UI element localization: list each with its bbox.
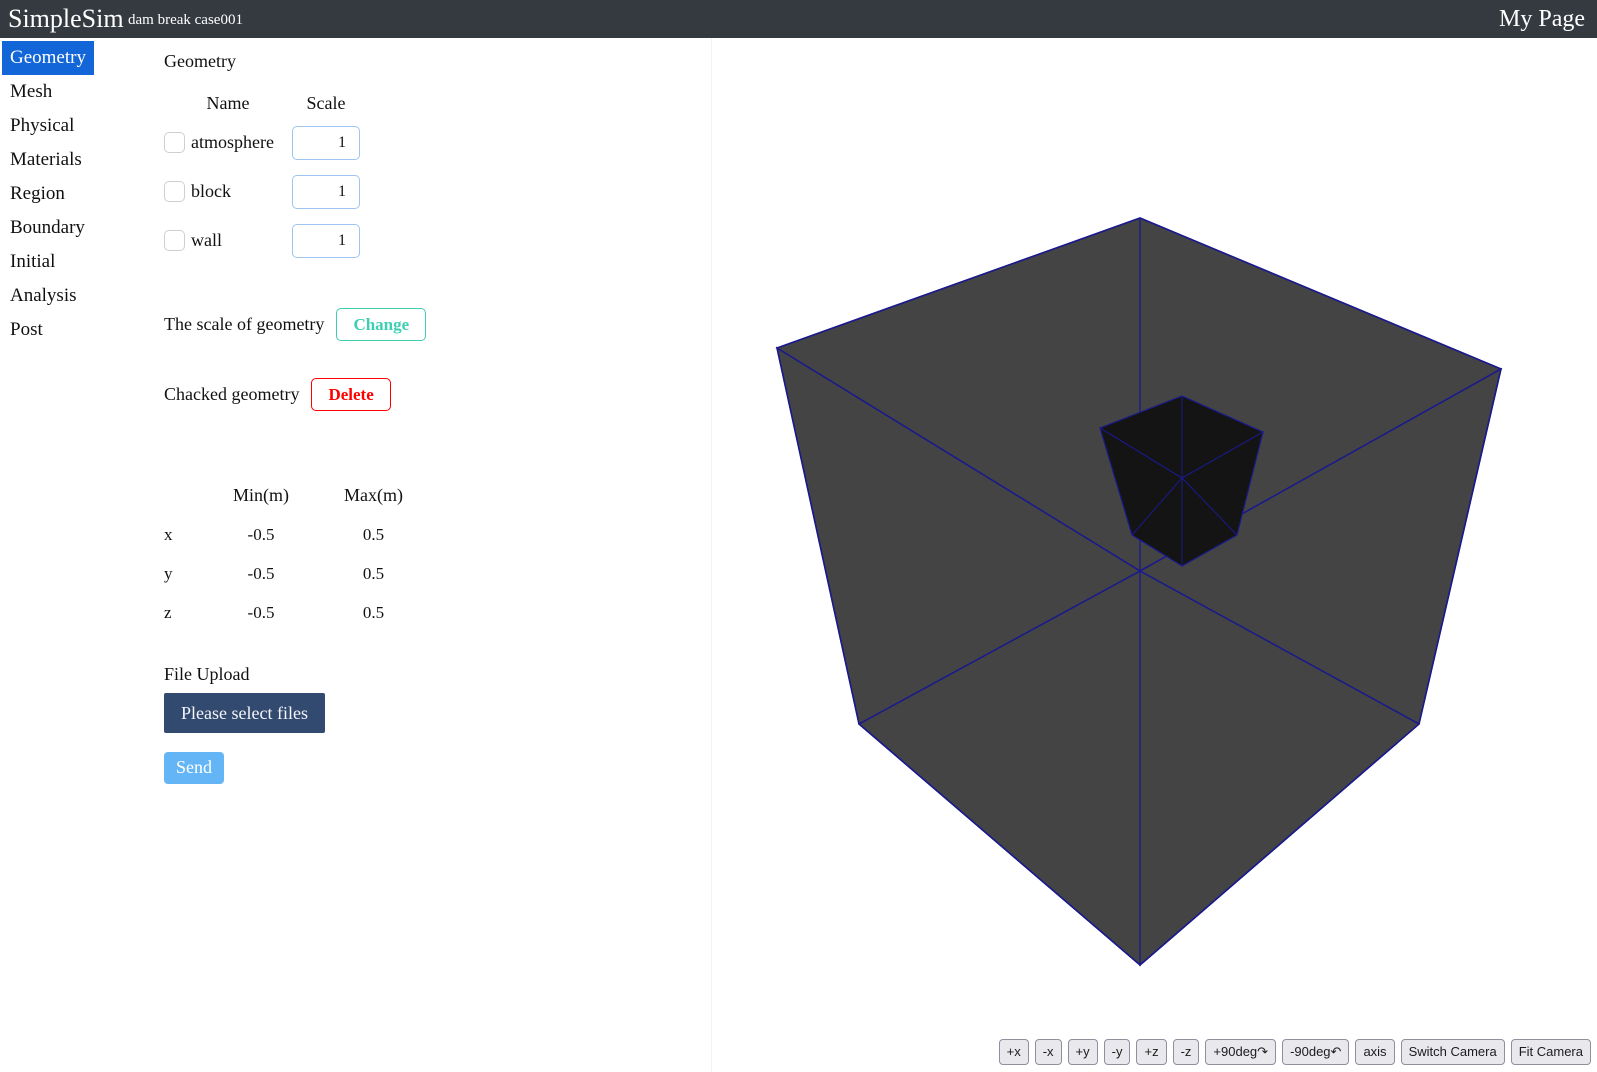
- delete-geometry-action: Chacked geometry Delete: [164, 378, 391, 411]
- scale-input-block[interactable]: [292, 174, 360, 209]
- geometry-label-block: block: [191, 181, 231, 201]
- bounds-min-y: -0.5: [247, 563, 275, 583]
- camera-toolbar: +x -x +y -y +z -z +90deg↷ -90deg↶ axis S…: [998, 1039, 1591, 1065]
- bounds-max-x: 0.5: [362, 524, 385, 544]
- change-button[interactable]: Change: [336, 308, 427, 341]
- bounds-axis-x: x: [164, 524, 173, 544]
- axis-button[interactable]: axis: [1355, 1039, 1395, 1065]
- checkbox-wall[interactable]: [164, 230, 185, 251]
- app-root: SimpleSim dam break case001 My Page Geom…: [0, 0, 1597, 1072]
- scale-input-atmosphere[interactable]: [292, 125, 360, 160]
- table-row: x -0.5 0.5: [164, 515, 431, 554]
- bounds-header-max: Max(m): [344, 484, 403, 505]
- sidebar-item-physical[interactable]: Physical: [2, 109, 82, 143]
- file-upload-section: File Upload Please select files Send: [164, 664, 325, 784]
- fit-camera-button[interactable]: Fit Camera: [1510, 1039, 1591, 1065]
- minus-y-button[interactable]: -y: [1103, 1039, 1131, 1065]
- sidebar-item-initial[interactable]: Initial: [2, 245, 63, 279]
- scale-input-wall[interactable]: [292, 223, 360, 258]
- column-header-name: Name: [206, 92, 250, 113]
- bounds-table-header: Min(m) Max(m): [164, 475, 431, 515]
- plus-x-button[interactable]: +x: [998, 1039, 1029, 1065]
- geometry-table-header: Name Scale: [164, 88, 360, 118]
- sidebar-item-materials[interactable]: Materials: [2, 143, 90, 177]
- plus-y-button[interactable]: +y: [1067, 1039, 1098, 1065]
- geometry-name-cell: wall: [164, 230, 292, 251]
- bounds-axis-z: z: [164, 602, 172, 622]
- switch-camera-button[interactable]: Switch Camera: [1400, 1039, 1505, 1065]
- bounds-header-min: Min(m): [233, 484, 289, 505]
- geometry-name-cell: block: [164, 181, 292, 202]
- bounds-max-z: 0.5: [362, 602, 385, 622]
- geometry-table: Name Scale atmosphere block: [164, 88, 360, 265]
- table-row: wall: [164, 216, 360, 265]
- scale-action-label: The scale of geometry: [164, 314, 325, 334]
- bounds-max-y: 0.5: [362, 563, 385, 583]
- checkbox-block[interactable]: [164, 181, 185, 202]
- rotate-plus-90-button[interactable]: +90deg↷: [1205, 1039, 1277, 1065]
- bounds-table: Min(m) Max(m) x -0.5 0.5 y -0.5 0.5 z -0…: [164, 475, 431, 632]
- send-button[interactable]: Send: [164, 752, 224, 784]
- table-row: block: [164, 167, 360, 216]
- minus-x-button[interactable]: -x: [1034, 1039, 1062, 1065]
- scene-canvas[interactable]: [712, 38, 1597, 1072]
- send-row: Send: [164, 733, 325, 784]
- rotate-minus-90-button[interactable]: -90deg↶: [1282, 1039, 1350, 1065]
- case-title: dam break case001: [128, 12, 243, 28]
- my-page-link[interactable]: My Page: [1499, 2, 1585, 36]
- delete-button[interactable]: Delete: [311, 378, 391, 411]
- app-brand[interactable]: SimpleSim: [8, 2, 124, 36]
- table-row: z -0.5 0.5: [164, 593, 431, 632]
- sidebar-item-boundary[interactable]: Boundary: [2, 211, 93, 245]
- file-upload-label: File Upload: [164, 664, 250, 684]
- sidebar-item-geometry[interactable]: Geometry: [2, 41, 94, 75]
- plus-z-button[interactable]: +z: [1136, 1039, 1167, 1065]
- minus-z-button[interactable]: -z: [1172, 1039, 1200, 1065]
- scale-geometry-action: The scale of geometry Change: [164, 308, 427, 341]
- sidebar-item-post[interactable]: Post: [2, 313, 51, 347]
- table-row: y -0.5 0.5: [164, 554, 431, 593]
- checkbox-atmosphere[interactable]: [164, 132, 185, 153]
- panel-title: Geometry: [164, 51, 236, 71]
- table-row: atmosphere: [164, 118, 360, 167]
- bounds-axis-y: y: [164, 563, 173, 583]
- column-header-scale: Scale: [306, 92, 346, 113]
- geometry-label-wall: wall: [191, 230, 222, 250]
- 3d-viewport[interactable]: +x -x +y -y +z -z +90deg↷ -90deg↶ axis S…: [711, 38, 1597, 1072]
- geometry-panel: Geometry Name Scale atmosphere block: [150, 38, 711, 1072]
- delete-action-label: Chacked geometry: [164, 384, 300, 404]
- sidebar-item-region[interactable]: Region: [2, 177, 73, 211]
- atmosphere-box: [775, 217, 1503, 967]
- select-files-button[interactable]: Please select files: [164, 693, 325, 733]
- geometry-label-atmosphere: atmosphere: [191, 132, 274, 152]
- bounds-min-z: -0.5: [247, 602, 275, 622]
- top-bar: SimpleSim dam break case001 My Page: [0, 0, 1597, 38]
- sidebar-item-mesh[interactable]: Mesh: [2, 75, 60, 109]
- sidebar-item-analysis[interactable]: Analysis: [2, 279, 85, 313]
- bounds-min-x: -0.5: [247, 524, 275, 544]
- geometry-name-cell: atmosphere: [164, 132, 292, 153]
- sidebar: Geometry Mesh Physical Materials Region …: [0, 38, 150, 1072]
